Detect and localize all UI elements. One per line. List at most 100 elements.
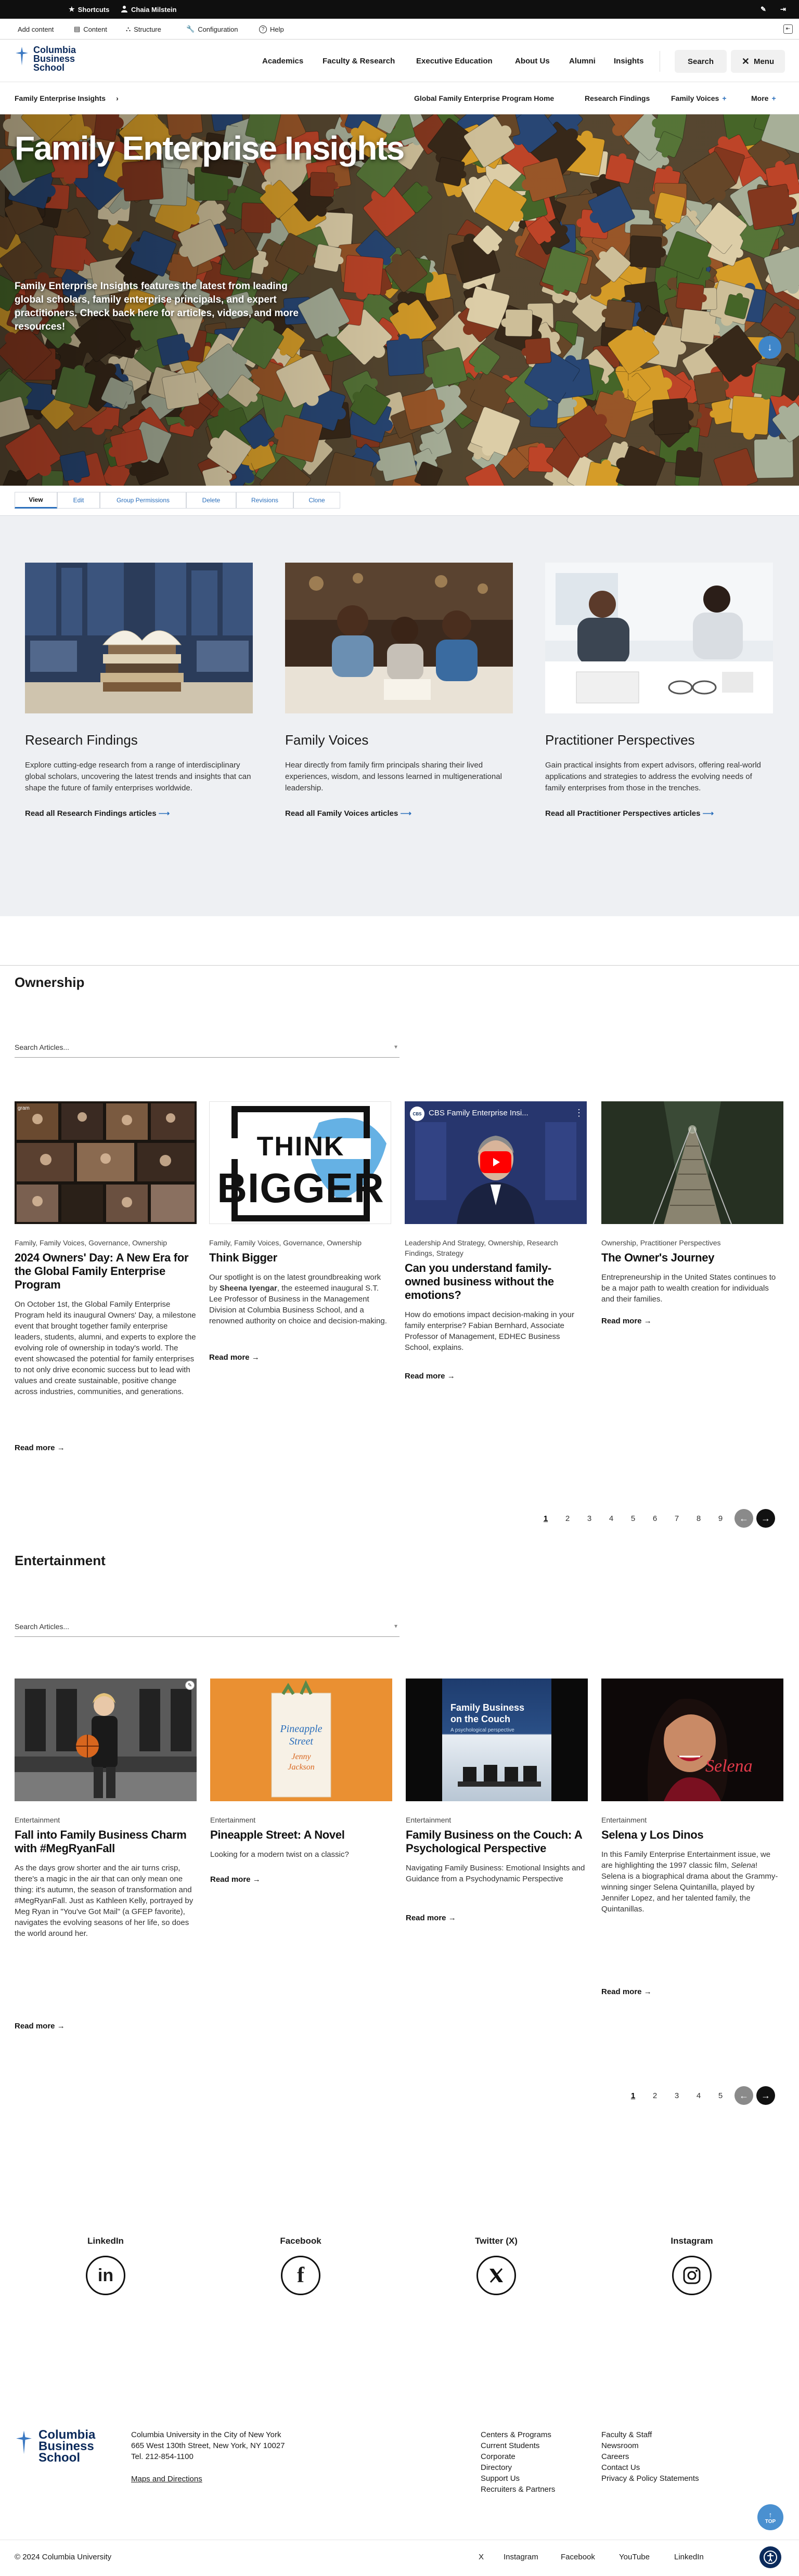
page-link[interactable]: 5: [622, 1514, 644, 1523]
footer-social-facebook[interactable]: Facebook: [561, 2553, 595, 2561]
nav-executive-education[interactable]: Executive Education: [416, 40, 493, 82]
page-link[interactable]: 4: [688, 2091, 710, 2100]
footer-social-linkedin[interactable]: LinkedIn: [674, 2553, 704, 2561]
footer-link[interactable]: Faculty & Staff: [601, 2429, 699, 2440]
instagram-icon[interactable]: [672, 2256, 712, 2295]
structure-link[interactable]: ⛬ Structure: [126, 19, 161, 40]
cbs-logo[interactable]: Columbia Business School: [15, 45, 80, 72]
article-title[interactable]: Think Bigger: [209, 1251, 391, 1265]
accessibility-button[interactable]: [759, 2546, 781, 2568]
footer-social-x[interactable]: X: [479, 2553, 484, 2561]
tray-toggle-icon[interactable]: ⇤: [783, 19, 793, 40]
read-all-voices-link[interactable]: Read all Family Voices articles ⟶: [285, 809, 513, 818]
back-to-top-button[interactable]: ↑ TOP: [757, 2504, 783, 2530]
footer-link[interactable]: Recruiters & Partners: [481, 2484, 555, 2495]
footer-link[interactable]: Centers & Programs: [481, 2429, 555, 2440]
footer-link[interactable]: Corporate: [481, 2451, 555, 2462]
footer-logo[interactable]: Columbia Business School: [15, 2429, 95, 2464]
article-title[interactable]: Family Business on the Couch: A Psycholo…: [406, 1828, 588, 1855]
footer-social-youtube[interactable]: YouTube: [619, 2553, 650, 2561]
facebook-icon[interactable]: f: [281, 2256, 320, 2295]
read-more-link[interactable]: Read more →: [209, 1353, 260, 1362]
read-more-link[interactable]: Read more →: [601, 1317, 652, 1325]
tab-delete[interactable]: Delete: [186, 492, 236, 509]
shortcuts-tab[interactable]: ★ Shortcuts: [69, 0, 109, 19]
subnav-link-research-findings[interactable]: Research Findings: [585, 82, 650, 114]
footer-link[interactable]: Current Students: [481, 2440, 555, 2451]
read-more-link[interactable]: Read more →: [210, 1875, 261, 1884]
nav-alumni[interactable]: Alumni: [569, 40, 596, 82]
subnav-link-family-voices[interactable]: Family Voices +: [671, 82, 727, 114]
page-link[interactable]: 2: [644, 2091, 666, 2100]
article-title[interactable]: Fall into Family Business Charm with #Me…: [15, 1828, 197, 1855]
help-link[interactable]: ? Help: [259, 19, 284, 40]
add-content-link[interactable]: Add content: [18, 19, 54, 40]
selena-image[interactable]: Selena: [601, 1679, 783, 1801]
read-more-link[interactable]: Read more →: [15, 1443, 65, 1452]
next-page-button[interactable]: →: [756, 1509, 775, 1528]
page-link[interactable]: 7: [666, 1514, 688, 1523]
ownership-search-input[interactable]: Search Articles... ▾: [15, 1037, 400, 1058]
footer-link[interactable]: Privacy & Policy Statements: [601, 2473, 699, 2484]
more-vertical-icon[interactable]: ⋮: [574, 1108, 584, 1118]
page-link[interactable]: 6: [644, 1514, 666, 1523]
page-link[interactable]: 2: [557, 1514, 578, 1523]
article-title[interactable]: Pineapple Street: A Novel: [210, 1828, 392, 1842]
tab-revisions[interactable]: Revisions: [236, 492, 293, 509]
article-title[interactable]: 2024 Owners' Day: A New Era for the Glob…: [15, 1251, 197, 1292]
page-link[interactable]: 3: [578, 1514, 600, 1523]
bridge-image[interactable]: [601, 1101, 783, 1224]
prev-page-button[interactable]: ←: [734, 1509, 753, 1528]
owners-day-image[interactable]: gram: [15, 1101, 197, 1224]
subnav-link-program-home[interactable]: Global Family Enterprise Program Home: [414, 82, 554, 114]
scroll-down-button[interactable]: ↓: [758, 336, 781, 359]
page-link[interactable]: 1: [535, 1514, 557, 1523]
nav-academics[interactable]: Academics: [262, 40, 303, 82]
next-page-button[interactable]: →: [756, 2086, 775, 2105]
footer-link[interactable]: Directory: [481, 2462, 555, 2473]
tab-edit[interactable]: Edit: [57, 492, 100, 509]
configuration-link[interactable]: 🔧 Configuration: [186, 19, 238, 40]
meg-ryan-image[interactable]: ✎: [15, 1679, 197, 1801]
play-button[interactable]: [480, 1151, 511, 1173]
entertainment-search-input[interactable]: Search Articles... ▾: [15, 1616, 400, 1637]
menu-button[interactable]: ✕ Menu: [731, 50, 785, 73]
nav-faculty-research[interactable]: Faculty & Research: [323, 40, 395, 82]
read-more-link[interactable]: Read more →: [405, 1372, 455, 1381]
x-icon[interactable]: [476, 2256, 516, 2295]
page-link[interactable]: 4: [600, 1514, 622, 1523]
dock-toggle-icon[interactable]: ⇥: [780, 0, 786, 19]
footer-link[interactable]: Careers: [601, 2451, 699, 2462]
page-link[interactable]: 9: [710, 1514, 731, 1523]
footer-social-instagram[interactable]: Instagram: [504, 2553, 538, 2561]
footer-link[interactable]: Contact Us: [601, 2462, 699, 2473]
tab-group-permissions[interactable]: Group Permissions: [100, 492, 186, 509]
page-link[interactable]: 3: [666, 2091, 688, 2100]
page-link[interactable]: 8: [688, 1514, 710, 1523]
video-embed[interactable]: CBS CBS Family Enterprise Insi... ⋮: [405, 1101, 587, 1224]
tab-clone[interactable]: Clone: [293, 492, 340, 509]
search-button[interactable]: Search: [675, 50, 727, 73]
read-more-link[interactable]: Read more →: [601, 1987, 652, 1996]
linkedin-icon[interactable]: in: [86, 2256, 125, 2295]
think-bigger-image[interactable]: THINK BIGGER: [209, 1101, 391, 1224]
read-all-research-link[interactable]: Read all Research Findings articles ⟶: [25, 809, 253, 818]
article-title[interactable]: The Owner's Journey: [601, 1251, 783, 1265]
content-link[interactable]: ▤ Content: [74, 19, 107, 40]
subnav-link-more[interactable]: More +: [751, 82, 776, 114]
pineapple-street-image[interactable]: Pineapple Street Jenny Jackson: [210, 1679, 392, 1801]
maps-directions-link[interactable]: Maps and Directions: [131, 2474, 285, 2484]
nav-insights[interactable]: Insights: [614, 40, 644, 82]
couch-book-image[interactable]: Family Business on the Couch A psycholog…: [406, 1679, 588, 1801]
read-more-link[interactable]: Read more →: [15, 2022, 65, 2031]
pencil-icon[interactable]: ✎: [761, 0, 766, 19]
page-link[interactable]: 1: [622, 2091, 644, 2100]
pencil-icon[interactable]: ✎: [185, 1681, 195, 1690]
user-tab[interactable]: Chaia Milstein: [121, 0, 176, 19]
read-more-link[interactable]: Read more →: [406, 1914, 456, 1922]
nav-about-us[interactable]: About Us: [515, 40, 550, 82]
footer-link[interactable]: Newsroom: [601, 2440, 699, 2451]
page-link[interactable]: 5: [710, 2091, 731, 2100]
article-title[interactable]: Can you understand family-owned business…: [405, 1261, 587, 1302]
article-title[interactable]: Selena y Los Dinos: [601, 1828, 783, 1842]
